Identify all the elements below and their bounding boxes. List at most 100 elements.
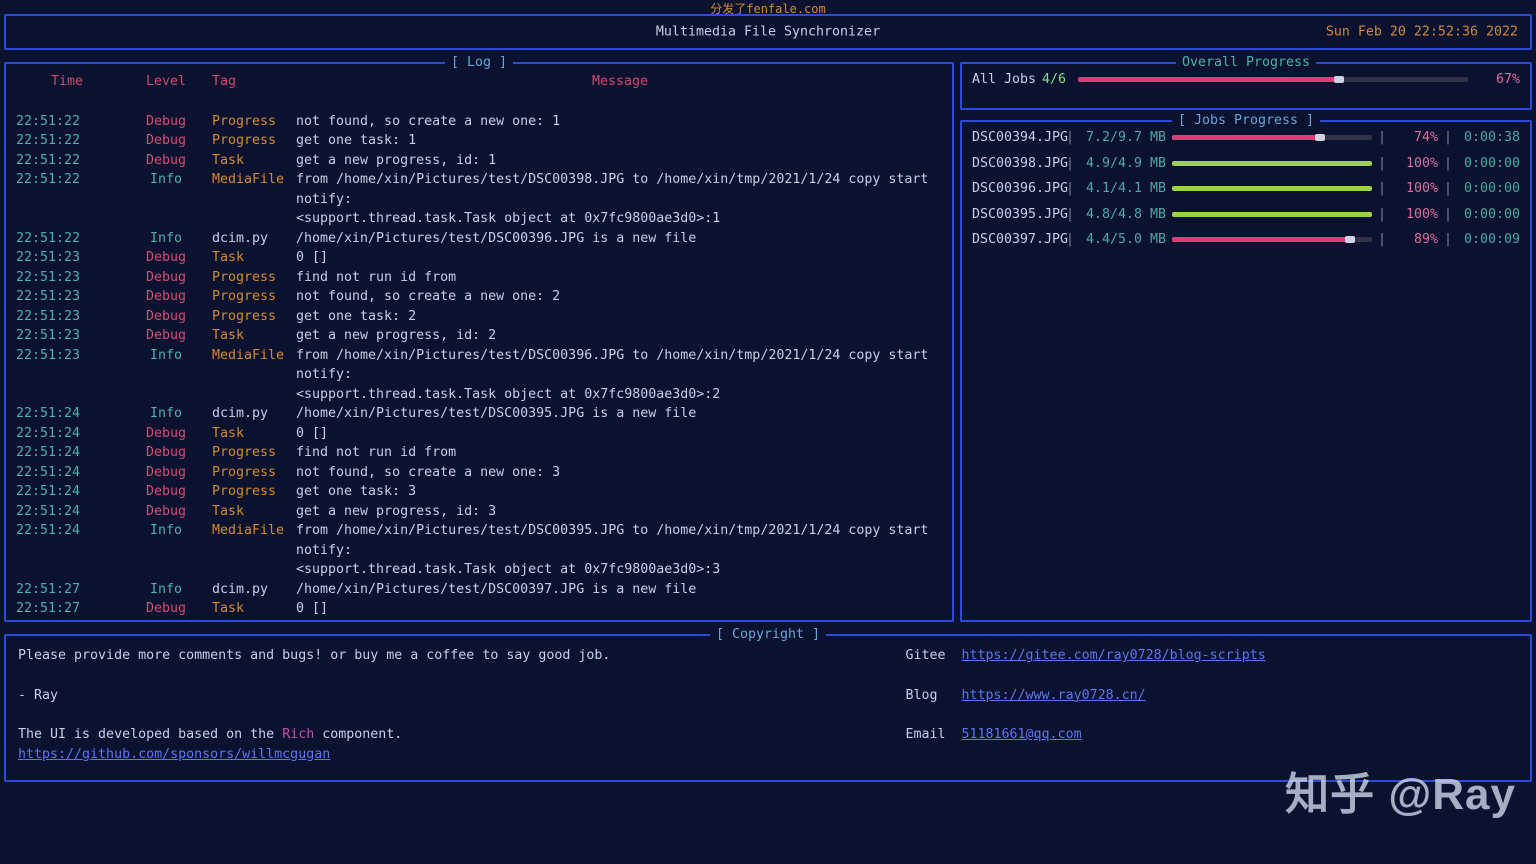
log-row: 22:51:23DebugProgressnot found, so creat…	[14, 287, 944, 307]
job-progress-bar	[1172, 237, 1372, 242]
job-eta: 0:00:00	[1458, 179, 1520, 199]
job-name: DSC00397.JPG	[972, 230, 1060, 250]
job-eta: 0:00:38	[1458, 128, 1520, 148]
job-row: DSC00397.JPG|4.4/5.0 MB|89%|0:00:09	[962, 224, 1530, 250]
header-panel: Multimedia File Synchronizer Sun Feb 20 …	[4, 14, 1532, 50]
job-pct: 100%	[1392, 205, 1438, 225]
log-message: not found, so create a new one: 2	[296, 287, 944, 307]
log-level: Debug	[120, 248, 212, 268]
log-tag: Progress	[212, 287, 296, 307]
log-tag: MediaFile	[212, 521, 296, 580]
sep: |	[1066, 179, 1074, 199]
copyright-signature: - Ray	[18, 686, 876, 706]
sep: |	[1444, 154, 1452, 174]
log-time: 22:51:22	[14, 170, 120, 229]
log-tag: Task	[212, 599, 296, 619]
sep: |	[1066, 230, 1074, 250]
log-row: 22:51:22Infodcim.py/home/xin/Pictures/te…	[14, 229, 944, 249]
job-pct: 74%	[1392, 128, 1438, 148]
overall-label: All Jobs	[972, 70, 1036, 90]
log-level: Debug	[120, 463, 212, 483]
log-time: 22:51:23	[14, 248, 120, 268]
jobs-progress-panel: [ Jobs Progress ] DSC00394.JPG|7.2/9.7 M…	[960, 120, 1532, 622]
app-title: Multimedia File Synchronizer	[656, 22, 880, 42]
log-tag: Progress	[212, 307, 296, 327]
overall-panel-title: Overall Progress	[1176, 53, 1316, 73]
overall-progress-panel: Overall Progress All Jobs 4/6 67%	[960, 62, 1532, 110]
log-level: Info	[120, 229, 212, 249]
log-message: not found, so create a new one: 1	[296, 112, 944, 132]
log-row: 22:51:24DebugTaskget a new progress, id:…	[14, 502, 944, 522]
sponsor-link[interactable]: https://github.com/sponsors/willmcgugan	[18, 747, 330, 762]
job-eta: 0:00:00	[1458, 154, 1520, 174]
log-time: 22:51:23	[14, 346, 120, 405]
log-tag: Task	[212, 424, 296, 444]
log-message: find not run id from	[296, 268, 944, 288]
log-row: 22:51:23DebugTaskget a new progress, id:…	[14, 326, 944, 346]
log-time: 22:51:23	[14, 326, 120, 346]
log-tag: Progress	[212, 443, 296, 463]
log-message: find not run id from	[296, 443, 944, 463]
overall-pct: 67%	[1474, 70, 1520, 90]
log-message: from /home/xin/Pictures/test/DSC00395.JP…	[296, 521, 944, 580]
job-name: DSC00394.JPG	[972, 128, 1060, 148]
job-size: 4.1/4.1 MB	[1080, 179, 1166, 199]
sep: |	[1066, 128, 1074, 148]
log-row: 22:51:24InfoMediaFilefrom /home/xin/Pict…	[14, 521, 944, 580]
log-time: 22:51:27	[14, 599, 120, 619]
job-eta: 0:00:09	[1458, 230, 1520, 250]
dev-suffix: component.	[314, 727, 402, 742]
log-message: not found, so create a new one: 3	[296, 463, 944, 483]
copyright-text: Please provide more comments and bugs! o…	[18, 646, 876, 784]
jobs-panel-title: [ Jobs Progress ]	[1172, 111, 1320, 131]
log-tag: Progress	[212, 482, 296, 502]
log-time: 22:51:22	[14, 229, 120, 249]
job-progress-bar	[1172, 161, 1372, 166]
job-name: DSC00395.JPG	[972, 205, 1060, 225]
log-row: 22:51:24DebugProgressget one task: 3	[14, 482, 944, 502]
watermark: 知乎 @Ray	[1285, 785, 1516, 805]
rich-name: Rich	[282, 727, 314, 742]
blog-link[interactable]: https://www.ray0728.cn/	[962, 686, 1146, 706]
sep: |	[1378, 205, 1386, 225]
log-level: Debug	[120, 482, 212, 502]
log-message: /home/xin/Pictures/test/DSC00395.JPG is …	[296, 404, 944, 424]
sep: |	[1444, 179, 1452, 199]
log-time: 22:51:24	[14, 424, 120, 444]
log-tag: Task	[212, 502, 296, 522]
log-header-level: Level	[120, 72, 212, 92]
sep: |	[1378, 128, 1386, 148]
log-level: Debug	[120, 112, 212, 132]
log-time: 22:51:22	[14, 131, 120, 151]
job-row: DSC00398.JPG|4.9/4.9 MB|100%|0:00:00	[962, 148, 1530, 174]
log-row: 22:51:24DebugProgressfind not run id fro…	[14, 443, 944, 463]
log-level: Debug	[120, 502, 212, 522]
log-tag: dcim.py	[212, 229, 296, 249]
job-progress-bar	[1172, 212, 1372, 217]
job-row: DSC00396.JPG|4.1/4.1 MB|100%|0:00:00	[962, 173, 1530, 199]
job-progress-bar	[1172, 186, 1372, 191]
log-level: Debug	[120, 599, 212, 619]
log-tag: Task	[212, 248, 296, 268]
log-row: 22:51:23DebugProgressfind not run id fro…	[14, 268, 944, 288]
sep: |	[1378, 230, 1386, 250]
log-tag: MediaFile	[212, 346, 296, 405]
gitee-link[interactable]: https://gitee.com/ray0728/blog-scripts	[962, 646, 1266, 666]
sep: |	[1066, 205, 1074, 225]
log-level: Debug	[120, 443, 212, 463]
log-message: 0 []	[296, 599, 944, 619]
job-progress-bar	[1172, 135, 1372, 140]
log-row: 22:51:24DebugTask0 []	[14, 424, 944, 444]
log-tag: Progress	[212, 131, 296, 151]
log-time: 22:51:23	[14, 307, 120, 327]
log-row: 22:51:23DebugProgressget one task: 2	[14, 307, 944, 327]
gitee-label: Gitee	[906, 646, 954, 666]
log-tag: Progress	[212, 463, 296, 483]
copyright-line1: Please provide more comments and bugs! o…	[18, 646, 876, 666]
log-tag: Progress	[212, 112, 296, 132]
log-time: 22:51:24	[14, 443, 120, 463]
log-header-msg: Message	[296, 72, 944, 92]
log-level: Debug	[120, 287, 212, 307]
email-link[interactable]: 51181661@qq.com	[962, 725, 1082, 745]
sep: |	[1066, 154, 1074, 174]
